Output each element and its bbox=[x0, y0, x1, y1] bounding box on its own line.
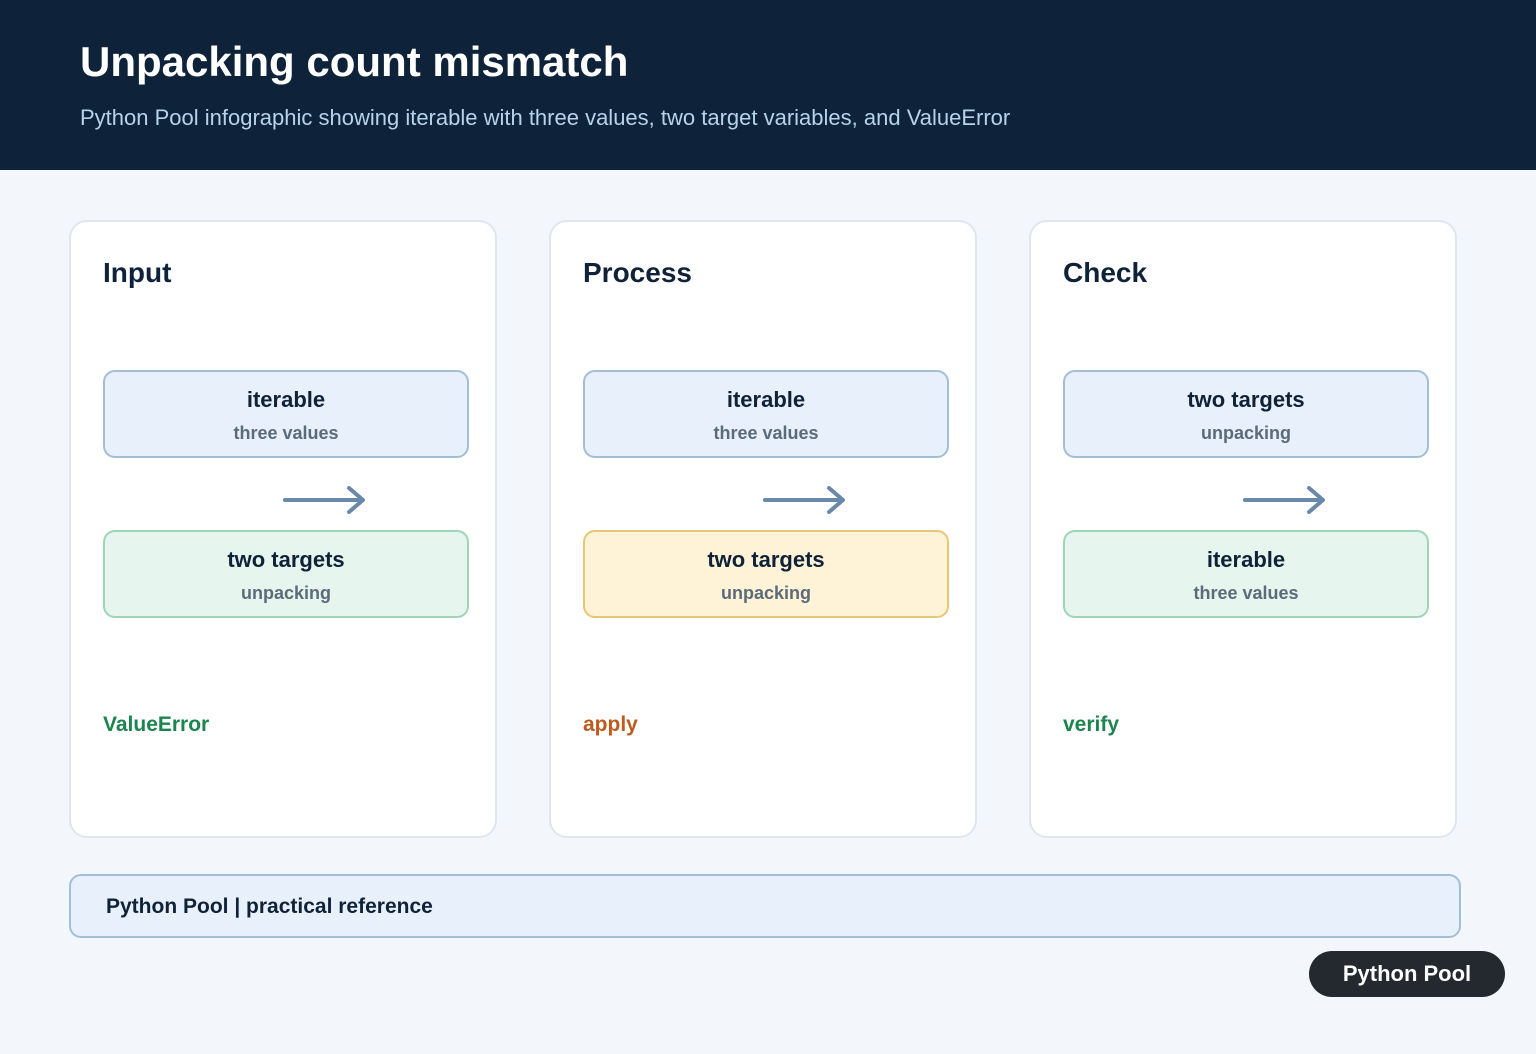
footer-text: Python Pool | practical reference bbox=[106, 895, 433, 918]
node-title: two targets bbox=[707, 547, 825, 572]
page-title: Unpacking count mismatch bbox=[80, 38, 629, 85]
footer-bar: Python Pool | practical reference bbox=[69, 874, 1461, 938]
status-label: verify bbox=[1063, 713, 1120, 736]
node-subtitle: unpacking bbox=[240, 583, 331, 603]
node-title: two targets bbox=[227, 547, 345, 572]
node-subtitle: three values bbox=[713, 423, 819, 443]
arrow-right-icon bbox=[283, 486, 365, 514]
arrow-right-icon bbox=[1243, 486, 1325, 514]
node-subtitle: unpacking bbox=[720, 583, 811, 603]
node-subtitle: unpacking bbox=[1200, 423, 1291, 443]
brand-badge: Python Pool bbox=[1309, 951, 1505, 997]
page-subtitle: Python Pool infographic showing iterable… bbox=[80, 105, 1011, 130]
node-bottom: two targets unpacking bbox=[583, 530, 949, 618]
panel-check: Check two targets unpacking iterable thr… bbox=[1029, 220, 1457, 838]
node-bottom: two targets unpacking bbox=[103, 530, 469, 618]
panel-title: Check bbox=[1063, 257, 1148, 288]
node-bottom: iterable three values bbox=[1063, 530, 1429, 618]
brand-label: Python Pool bbox=[1342, 961, 1472, 986]
node-top: iterable three values bbox=[583, 370, 949, 458]
node-subtitle: three values bbox=[1193, 583, 1299, 603]
panel-process: Process iterable three values two target… bbox=[549, 220, 977, 838]
node-subtitle: three values bbox=[233, 423, 339, 443]
node-title: iterable bbox=[1206, 547, 1286, 572]
panel-input: Input iterable three values two targets … bbox=[69, 220, 497, 838]
arrow-right-icon bbox=[763, 486, 845, 514]
status-label: ValueError bbox=[103, 713, 210, 736]
node-top: two targets unpacking bbox=[1063, 370, 1429, 458]
node-title: iterable bbox=[246, 387, 326, 412]
panel-title: Process bbox=[583, 257, 692, 288]
node-top: iterable three values bbox=[103, 370, 469, 458]
panel-title: Input bbox=[103, 257, 172, 288]
node-title: two targets bbox=[1187, 387, 1305, 412]
status-label: apply bbox=[583, 713, 638, 736]
header-banner: Unpacking count mismatch Python Pool inf… bbox=[0, 0, 1536, 170]
node-title: iterable bbox=[726, 387, 806, 412]
